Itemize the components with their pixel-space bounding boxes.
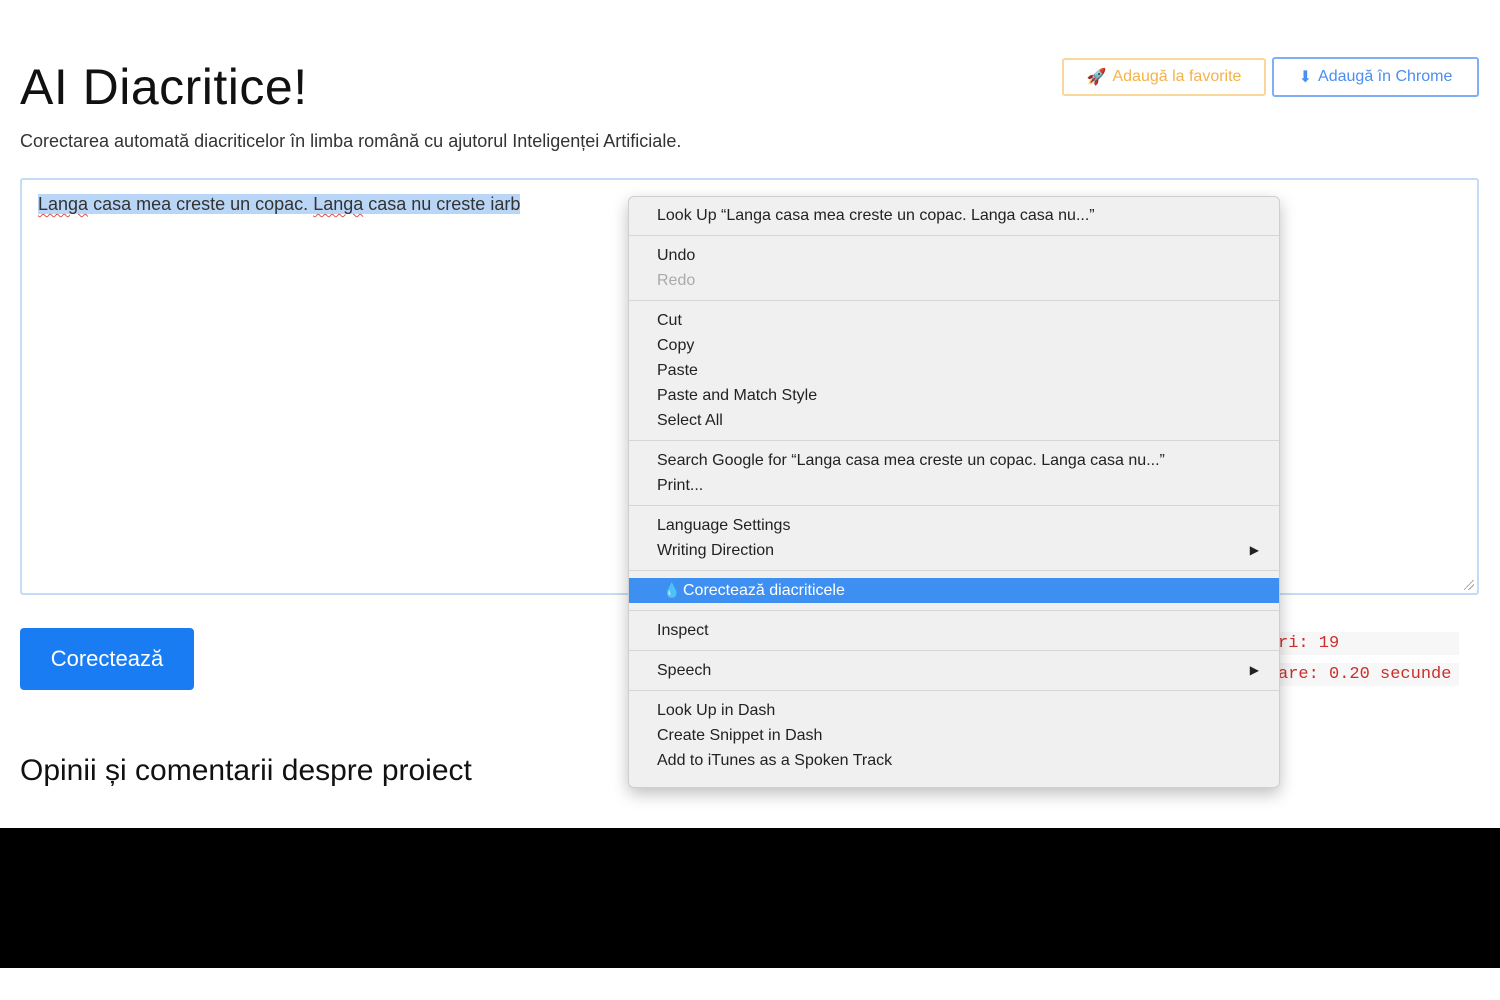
menu-item-label: Speech xyxy=(657,662,712,679)
menu-item-print[interactable]: Print... xyxy=(629,473,1279,498)
text-segment: casa nu creste iarb xyxy=(363,194,521,214)
add-to-chrome-label: Adaugă în Chrome xyxy=(1318,68,1453,85)
menu-item-paste-match-style[interactable]: Paste and Match Style xyxy=(629,383,1279,408)
menu-item-look-up[interactable]: Look Up “Langa casa mea creste un copac.… xyxy=(629,203,1279,228)
menu-item-search-google[interactable]: Search Google for “Langa casa mea creste… xyxy=(629,448,1279,473)
misspelled-word: Langa xyxy=(38,194,89,214)
menu-separator xyxy=(629,440,1279,441)
menu-item-inspect[interactable]: Inspect xyxy=(629,618,1279,643)
menu-separator xyxy=(629,650,1279,651)
add-to-favorites-button[interactable]: 🚀 Adaugă la favorite xyxy=(1062,58,1266,96)
stats-line: are: 0.20 secunde xyxy=(1272,663,1460,686)
menu-item-label: Corectează diacriticele xyxy=(683,582,845,599)
menu-item-undo[interactable]: Undo xyxy=(629,243,1279,268)
download-arrow-icon: ⬇ xyxy=(1298,69,1313,86)
menu-separator xyxy=(629,690,1279,691)
text-segment: casa mea creste un copac. xyxy=(88,194,314,214)
menu-item-cut[interactable]: Cut xyxy=(629,308,1279,333)
stats-panel: ri: 19 are: 0.20 secunde xyxy=(1272,632,1460,694)
menu-item-copy[interactable]: Copy xyxy=(629,333,1279,358)
bottom-margin xyxy=(0,968,1500,1000)
page-title: AI Diacritice! xyxy=(20,59,308,115)
menu-item-correct-diacritics[interactable]: 💧 Corectează diacriticele xyxy=(629,578,1279,603)
menu-separator xyxy=(629,505,1279,506)
drop-icon: 💧 xyxy=(663,582,681,598)
menu-item-look-up-dash[interactable]: Look Up in Dash xyxy=(629,698,1279,723)
menu-separator xyxy=(629,570,1279,571)
triangle-right-icon: ▶ xyxy=(1249,663,1259,677)
page-subtitle: Corectarea automată diacriticelor în lim… xyxy=(20,131,682,151)
menu-item-add-itunes[interactable]: Add to iTunes as a Spoken Track xyxy=(629,748,1279,773)
triangle-right-icon: ▶ xyxy=(1249,543,1259,557)
selected-text: Langa casa mea creste un copac. Langa ca… xyxy=(38,194,521,214)
misspelled-word: Langa xyxy=(313,194,364,214)
menu-item-speech[interactable]: Speech ▶ xyxy=(629,658,1279,683)
menu-item-create-snippet[interactable]: Create Snippet in Dash xyxy=(629,723,1279,748)
resize-handle[interactable] xyxy=(1464,580,1474,590)
correct-button[interactable]: Corectează xyxy=(20,628,194,690)
comments-heading: Opinii și comentarii despre proiect xyxy=(20,754,472,787)
menu-item-writing-direction[interactable]: Writing Direction ▶ xyxy=(629,538,1279,563)
editor-content[interactable]: Langa casa mea creste un copac. Langa ca… xyxy=(38,194,521,215)
black-band xyxy=(0,828,1500,968)
menu-item-paste[interactable]: Paste xyxy=(629,358,1279,383)
menu-item-redo: Redo xyxy=(657,272,696,289)
add-to-chrome-button[interactable]: ⬇ Adaugă în Chrome xyxy=(1272,57,1479,97)
menu-separator xyxy=(629,610,1279,611)
context-menu: Look Up “Langa casa mea creste un copac.… xyxy=(628,196,1280,788)
menu-item-select-all[interactable]: Select All xyxy=(629,408,1279,433)
stats-line: ri: 19 xyxy=(1272,632,1460,655)
rocket-icon: 🚀 xyxy=(1086,69,1107,86)
menu-item-label: Writing Direction xyxy=(657,542,775,559)
page: AI Diacritice! Corectarea automată diacr… xyxy=(0,0,1500,828)
add-to-favorites-label: Adaugă la favorite xyxy=(1112,68,1242,85)
menu-separator xyxy=(629,235,1279,236)
menu-separator xyxy=(629,300,1279,301)
menu-item-language-settings[interactable]: Language Settings xyxy=(629,513,1279,538)
